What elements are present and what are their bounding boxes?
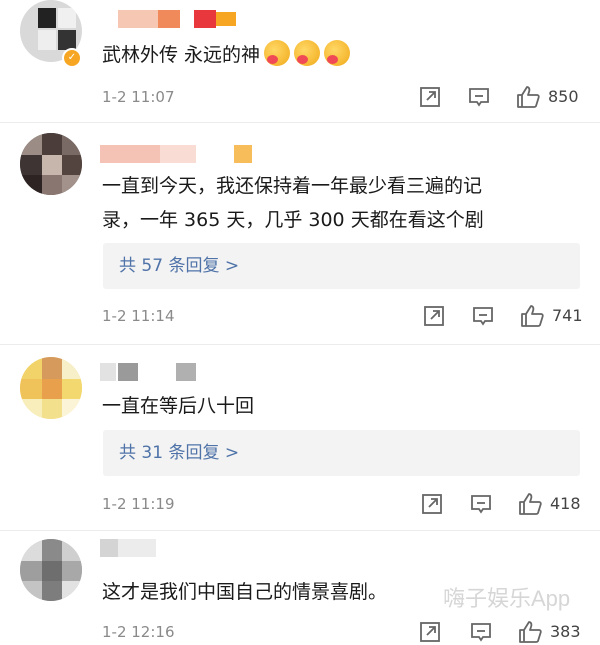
like-count: 741: [552, 306, 583, 325]
comment-button[interactable]: [469, 492, 493, 516]
comment-icon: [471, 495, 491, 514]
comment-meta: 1-2 11:19 418: [102, 491, 581, 517]
comment-time: 1-2 11:14: [102, 307, 175, 325]
share-icon: [424, 306, 444, 326]
share-button[interactable]: [418, 620, 442, 644]
comment-button[interactable]: [469, 620, 493, 644]
avatar[interactable]: [20, 133, 82, 195]
comment-text: 一直到今天，我还保持着一年最少看三遍的记 录，一年 365 天，几乎 300 天…: [102, 175, 484, 231]
verified-badge: ✓: [62, 48, 82, 68]
share-icon: [420, 87, 440, 107]
view-replies-button[interactable]: 共 31 条回复 >: [103, 430, 580, 476]
like-count: 850: [548, 87, 579, 106]
avatar[interactable]: [20, 357, 82, 419]
avatar[interactable]: [20, 539, 82, 601]
like-count: 383: [550, 622, 581, 641]
comment-meta: 1-2 11:14 741: [102, 303, 583, 329]
watermark: 嗨子娱乐App: [443, 586, 571, 611]
comment-time: 1-2 11:19: [102, 495, 175, 513]
comment-meta: 1-2 12:16 383: [102, 619, 581, 645]
kiss-emoji: [264, 40, 291, 66]
comment-button[interactable]: [471, 304, 495, 328]
thumbs-up-icon: [519, 621, 542, 643]
share-button[interactable]: [418, 85, 442, 109]
comment-text: 一直在等后八十回: [102, 395, 255, 417]
comment-meta: 1-2 11:07 850: [102, 84, 580, 110]
comment-icon: [473, 307, 493, 326]
comment-time: 1-2 11:07: [102, 88, 175, 106]
comment-item: ✓ 武林外传 永远的神 1-2 11:07 850: [0, 0, 600, 122]
share-button[interactable]: [420, 492, 444, 516]
thumbs-up-icon: [521, 305, 544, 327]
thumbs-up-icon: [519, 493, 542, 515]
comment-icon: [471, 623, 491, 642]
comment-text: 武林外传 永远的神: [102, 38, 351, 72]
comment-icon: [469, 88, 489, 107]
share-icon: [422, 494, 442, 514]
kiss-emoji: [324, 40, 351, 66]
thumbs-up-icon: [517, 86, 540, 108]
comment-button[interactable]: [467, 85, 491, 109]
comment-time: 1-2 12:16: [102, 623, 175, 641]
comment-text: 这才是我们中国自己的情景喜剧。: [102, 581, 388, 603]
like-count: 418: [550, 494, 581, 513]
view-replies-button[interactable]: 共 57 条回复 >: [103, 243, 580, 289]
share-button[interactable]: [422, 304, 446, 328]
comment-item: 一直到今天，我还保持着一年最少看三遍的记 录，一年 365 天，几乎 300 天…: [0, 123, 600, 344]
kiss-emoji: [294, 40, 321, 66]
share-icon: [420, 622, 440, 642]
comment-item: 一直在等后八十回 共 31 条回复 > 1-2 11:19 418: [0, 345, 600, 530]
